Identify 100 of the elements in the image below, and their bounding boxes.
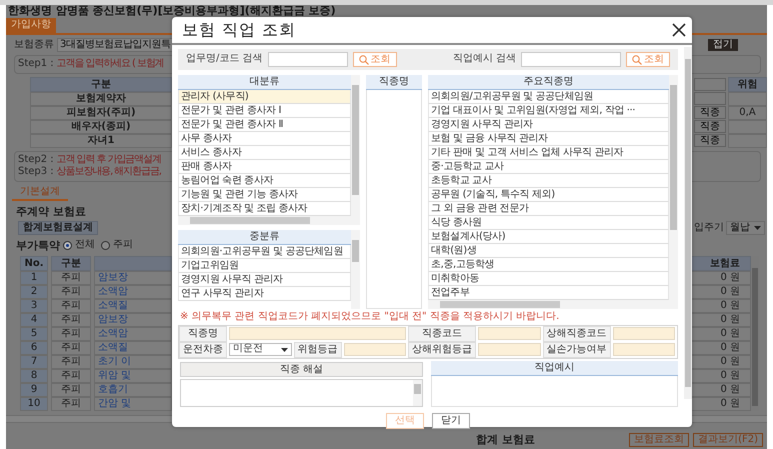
table-cell: 10	[20, 396, 48, 410]
table-cell: 주피	[51, 340, 91, 354]
list-item[interactable]: 보험 및 금융 사무직 관리자	[428, 132, 669, 146]
list-item[interactable]: 의회의원·고위공무원 및 공공단체임원	[178, 245, 351, 259]
table-cell: 3	[20, 298, 48, 312]
table-cell: 주피	[51, 284, 91, 298]
list-item[interactable]: 식당 종사원	[428, 216, 669, 230]
header-cell	[694, 78, 726, 90]
scrollbar[interactable]	[351, 75, 360, 225]
list-item[interactable]: 초,중,고등학생	[428, 258, 669, 272]
table-cell: 주피	[51, 326, 91, 340]
close-icon	[672, 23, 686, 37]
select-value: 월납	[730, 222, 750, 234]
job-button[interactable]: 직종	[694, 120, 726, 133]
select-value: 미운전	[233, 343, 263, 356]
list-item[interactable]: 기업고위임원	[178, 259, 351, 273]
list-item[interactable]: 기능원 및 관련 기능 종사자	[178, 188, 351, 202]
column-header: 주요직종명	[428, 75, 669, 90]
scrollbar[interactable]	[428, 300, 669, 309]
list-item[interactable]: 서비스 종사자	[178, 146, 351, 160]
list-item[interactable]: 보험설계사(당사)	[428, 230, 669, 244]
table-cell: 주피	[51, 270, 91, 284]
close-button[interactable]	[672, 23, 686, 37]
list-item[interactable]: 중·고등학교 교사	[428, 160, 669, 174]
section-title: 주계약 보험료	[16, 205, 86, 219]
list-item[interactable]: 공무원 (기술직, 특수직 제외)	[428, 188, 669, 202]
field-label: 상해위험등급	[408, 342, 476, 358]
product-field[interactable]: 3대질병보험료납입지원특	[57, 38, 174, 52]
step-label: Step3 :	[18, 166, 54, 178]
list-item[interactable]: 전문가 및 관련 종사자 Ⅰ	[178, 104, 351, 118]
section-title: 부가특약	[16, 238, 60, 252]
table-cell: 주피	[51, 396, 91, 410]
input-field[interactable]	[612, 327, 675, 340]
field-label: 위험등급	[294, 342, 342, 358]
radio-label: 전체	[75, 239, 95, 252]
page-title: 한화생명 암명품 종신보험(무)[보증비용부과형](해지환급금 보증)	[7, 5, 337, 17]
dialog-title: 보험 직업 조회	[182, 20, 296, 40]
search-label: 업무명/코드 검색	[186, 53, 263, 66]
list-item[interactable]: 초등학교 교사	[428, 174, 669, 188]
search-field[interactable]	[521, 52, 621, 67]
list-item[interactable]: 의회의원/고위공무원 및 공공단체임원	[428, 90, 669, 104]
list-item[interactable]: 사무 종사자	[178, 132, 351, 146]
job-button[interactable]: 직종	[694, 134, 726, 147]
list-item[interactable]: 대학(원)생	[428, 244, 669, 258]
radio-button[interactable]	[63, 241, 72, 250]
list-item[interactable]: 관리자 (사무직)	[178, 90, 351, 104]
text-area[interactable]	[180, 379, 423, 407]
table-cell: 주피	[51, 298, 91, 312]
list-item[interactable]: 미취학아동	[428, 272, 669, 286]
column-header: 직종명	[366, 75, 422, 90]
list-item[interactable]: 농림어업 숙련 종사자	[178, 174, 351, 188]
panel-header: 직업예시	[431, 361, 678, 376]
input-field[interactable]	[478, 327, 540, 340]
row-label: 피보험자(주피)	[30, 106, 172, 120]
list-item[interactable]: 경영지원 사무직 관리자	[428, 118, 669, 132]
field-label: 운전차종	[179, 342, 227, 358]
step-text: 고객 입력 후 가입금액설계	[56, 154, 161, 166]
caret-icon	[280, 348, 288, 352]
radio-label: 주피	[113, 239, 133, 252]
list-item[interactable]: 그 외 금융 관련 전문가	[428, 202, 669, 216]
search-label: 직업예시 검색	[452, 53, 516, 66]
scrollbar[interactable]	[178, 216, 351, 225]
scrollbar[interactable]	[669, 75, 678, 309]
column-header: 대분류	[178, 75, 351, 90]
field-label: 직종코드	[408, 326, 476, 342]
table-cell: 4	[20, 312, 48, 326]
select-field[interactable]: 미운전	[229, 343, 292, 356]
dialog-button[interactable]: 닫기	[432, 413, 470, 429]
scrollbar[interactable]	[413, 380, 422, 406]
input-field[interactable]	[229, 327, 406, 340]
table-cell: 5	[20, 326, 48, 340]
row-label: 배우자(종피)	[30, 120, 172, 134]
scrollbar[interactable]	[351, 230, 360, 309]
total-design-button[interactable]: 합계보험료설계	[18, 220, 98, 235]
job-button[interactable]: 직종	[694, 106, 726, 119]
list-item[interactable]: 기업 대표이사 및 고위임원(자영업 제외, 작업 ···	[428, 104, 669, 118]
input-field[interactable]	[478, 343, 540, 356]
table-cell: 6	[20, 340, 48, 354]
list-item[interactable]: 기타 판매 및 고객 서비스 업체 사무직 관리자	[428, 146, 669, 160]
scrollbar[interactable]	[684, 47, 692, 399]
field-label: 상해직종코드	[542, 326, 610, 342]
list-item[interactable]: 경영지원 사무직 관리자	[178, 273, 351, 287]
list-item[interactable]: 연구 사무직 관리자	[178, 287, 351, 301]
notice-text: ※ 의무복무 관련 직업코드가 폐지되었으므로 "입대 전" 직종을 적용하시기 바랍니다.	[180, 311, 560, 323]
input-field[interactable]	[612, 343, 675, 356]
input-field[interactable]	[344, 343, 406, 356]
table-cell: 0,A	[728, 106, 767, 120]
field-label: 보험종류	[14, 38, 54, 51]
list-item[interactable]: 전문가 및 관련 종사자 Ⅱ	[178, 118, 351, 132]
caret-icon	[754, 226, 761, 230]
column-header: 위험	[728, 76, 767, 92]
collapse-button[interactable]: 접기	[708, 38, 738, 51]
search-icon	[358, 54, 369, 64]
radio-button[interactable]	[101, 241, 110, 250]
search-field[interactable]	[268, 52, 348, 67]
table-cell: 주피	[51, 312, 91, 326]
payment-cycle-select[interactable]: 월납	[726, 220, 765, 235]
table-cell: 7	[20, 354, 48, 368]
list-item[interactable]: 판매 종사자	[178, 160, 351, 174]
step-text: 상품보장내용, 해지환급금,	[56, 166, 161, 178]
